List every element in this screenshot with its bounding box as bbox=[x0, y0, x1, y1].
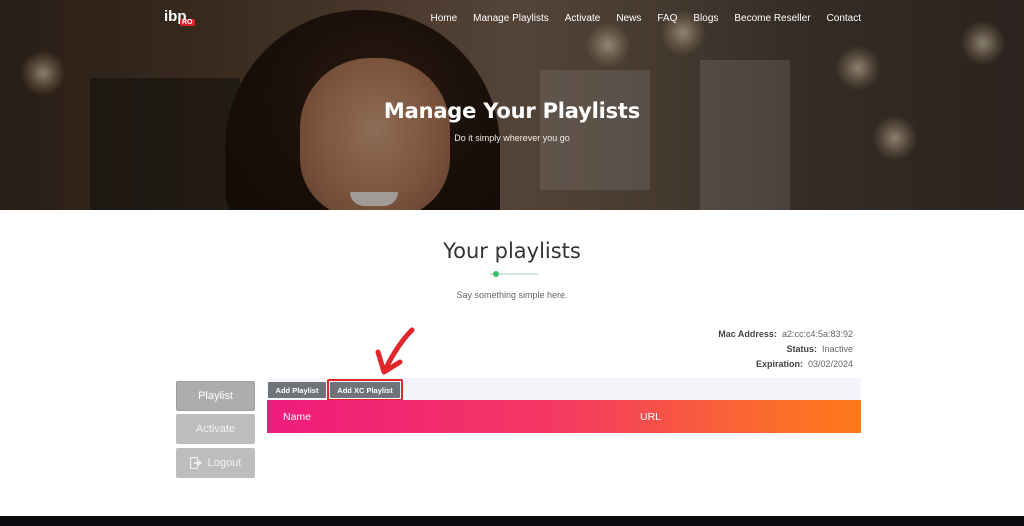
main-nav: Home Manage Playlists Activate News FAQ … bbox=[430, 13, 861, 24]
status-label: Status: bbox=[786, 344, 817, 354]
annotation-arrow-icon bbox=[375, 327, 415, 375]
logout-button-label: Logout bbox=[207, 457, 242, 469]
status-row: Status: Inactive bbox=[718, 345, 853, 354]
add-playlist-button[interactable]: Add Playlist bbox=[268, 382, 326, 398]
hero-title: Manage Your Playlists bbox=[383, 99, 641, 123]
nav-blogs[interactable]: Blogs bbox=[693, 13, 718, 24]
expiration-label: Expiration: bbox=[755, 359, 803, 369]
mac-address-row: Mac Address: a2:cc:c4:5a:83:92 bbox=[718, 330, 853, 339]
logo-badge: RO bbox=[180, 19, 195, 26]
nav-contact[interactable]: Contact bbox=[827, 13, 861, 24]
status-value: Inactive bbox=[821, 344, 853, 354]
expiration-row: Expiration: 03/02/2024 bbox=[718, 360, 853, 369]
activate-button-label: Activate bbox=[195, 423, 236, 435]
section-divider-dot bbox=[493, 271, 499, 277]
expiration-value: 03/02/2024 bbox=[807, 359, 853, 369]
nav-news[interactable]: News bbox=[616, 13, 641, 24]
column-header-name: Name bbox=[283, 411, 312, 423]
sign-out-icon bbox=[189, 457, 202, 469]
mac-address-label: Mac Address: bbox=[718, 329, 777, 339]
logo[interactable]: ibp RO bbox=[164, 8, 204, 32]
hero-subtitle: Do it simply wherever you go bbox=[454, 133, 570, 143]
activate-button[interactable]: Activate bbox=[176, 414, 255, 444]
logout-button[interactable]: Logout bbox=[176, 448, 255, 478]
nav-become-reseller[interactable]: Become Reseller bbox=[734, 13, 810, 24]
playlist-table-header bbox=[267, 400, 861, 433]
section-subtitle: Say something simple here. bbox=[456, 290, 568, 300]
mac-address-value: a2:cc:c4:5a:83:92 bbox=[781, 329, 853, 339]
footer-bar bbox=[0, 516, 1024, 526]
playlist-button-label: Playlist bbox=[198, 390, 233, 402]
highlight-box bbox=[327, 379, 403, 401]
nav-home[interactable]: Home bbox=[430, 13, 457, 24]
playlist-button[interactable]: Playlist bbox=[176, 381, 255, 411]
nav-manage-playlists[interactable]: Manage Playlists bbox=[473, 13, 549, 24]
section-title: Your playlists bbox=[443, 239, 581, 263]
nav-faq[interactable]: FAQ bbox=[657, 13, 677, 24]
nav-activate[interactable]: Activate bbox=[565, 13, 601, 24]
device-info: Mac Address: a2:cc:c4:5a:83:92 Status: I… bbox=[718, 330, 853, 375]
column-header-url: URL bbox=[640, 411, 662, 423]
